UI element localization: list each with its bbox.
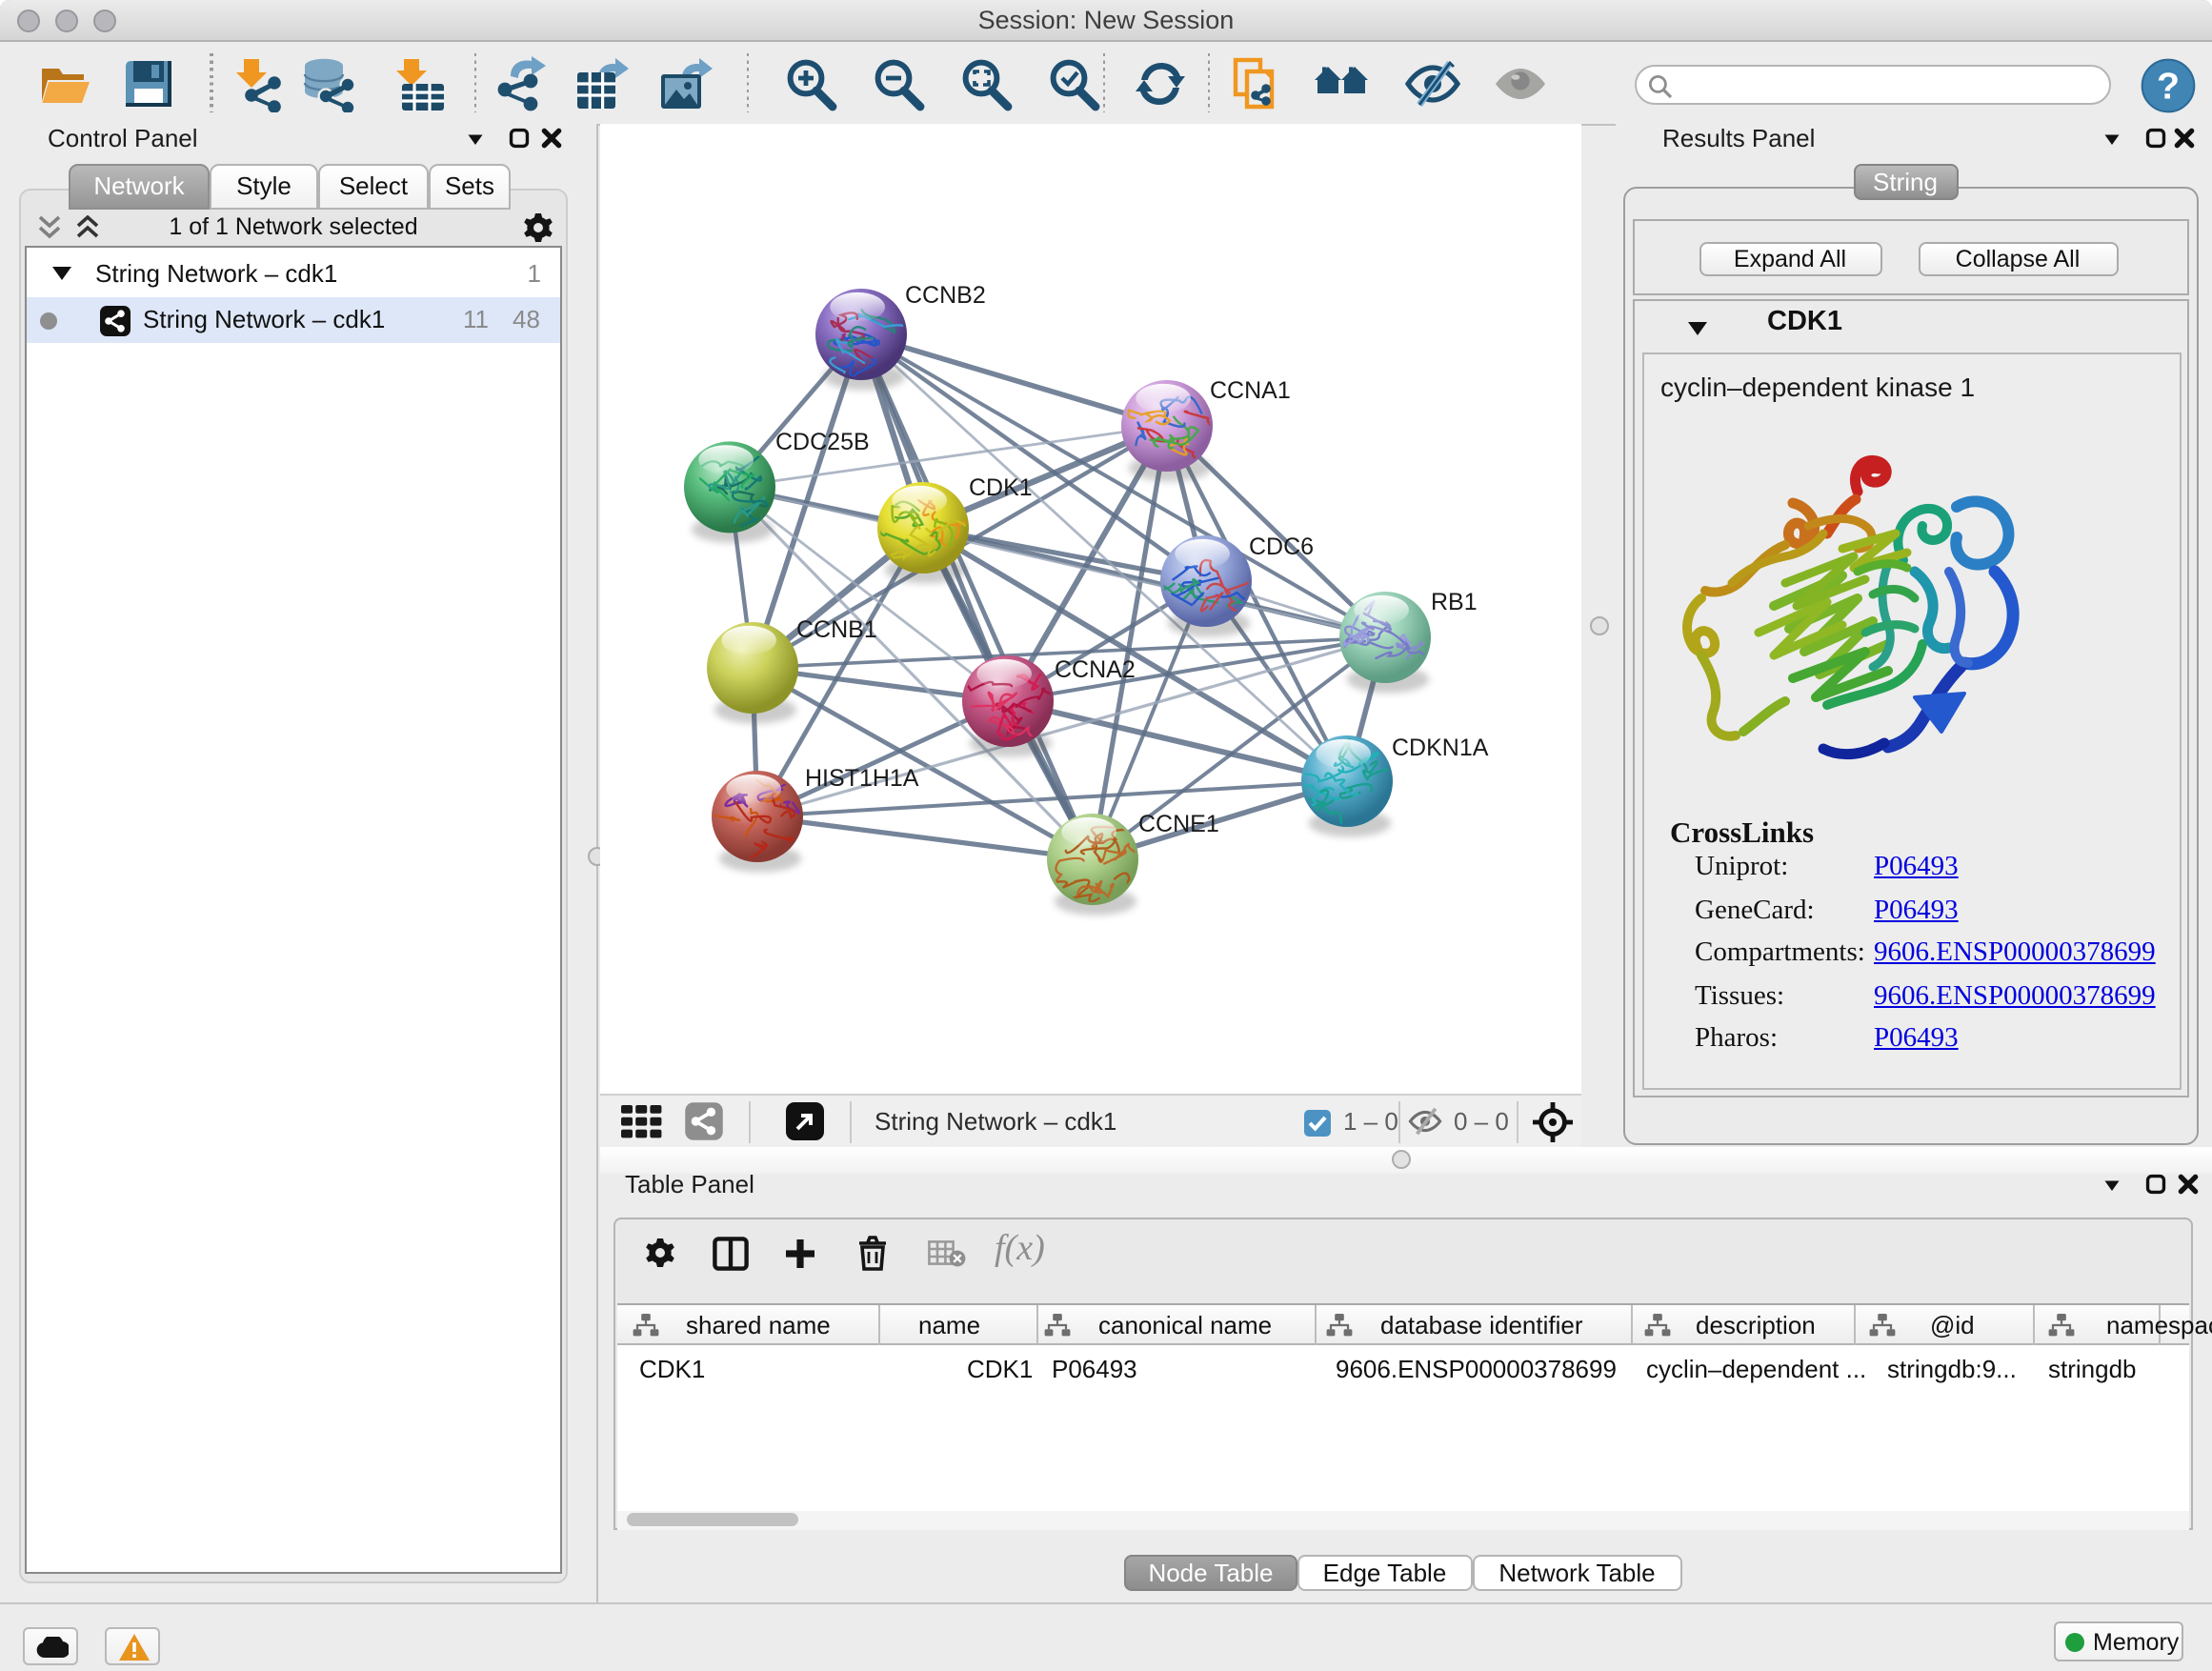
svg-text:HIST1H1A: HIST1H1A xyxy=(805,765,919,792)
svg-text:CCNA2: CCNA2 xyxy=(1055,656,1136,683)
svg-text:RB1: RB1 xyxy=(1431,589,1478,615)
svg-text:CDC6: CDC6 xyxy=(1249,534,1314,560)
svg-text:CCNB1: CCNB1 xyxy=(796,616,877,643)
svg-text:CDKN1A: CDKN1A xyxy=(1392,735,1489,761)
svg-text:CCNB2: CCNB2 xyxy=(905,282,986,309)
svg-text:CDC25B: CDC25B xyxy=(775,429,870,455)
svg-text:CCNA1: CCNA1 xyxy=(1210,377,1291,404)
svg-text:CDK1: CDK1 xyxy=(969,474,1033,501)
svg-text:CCNE1: CCNE1 xyxy=(1138,811,1219,837)
svg-text:?: ? xyxy=(2157,65,2180,107)
